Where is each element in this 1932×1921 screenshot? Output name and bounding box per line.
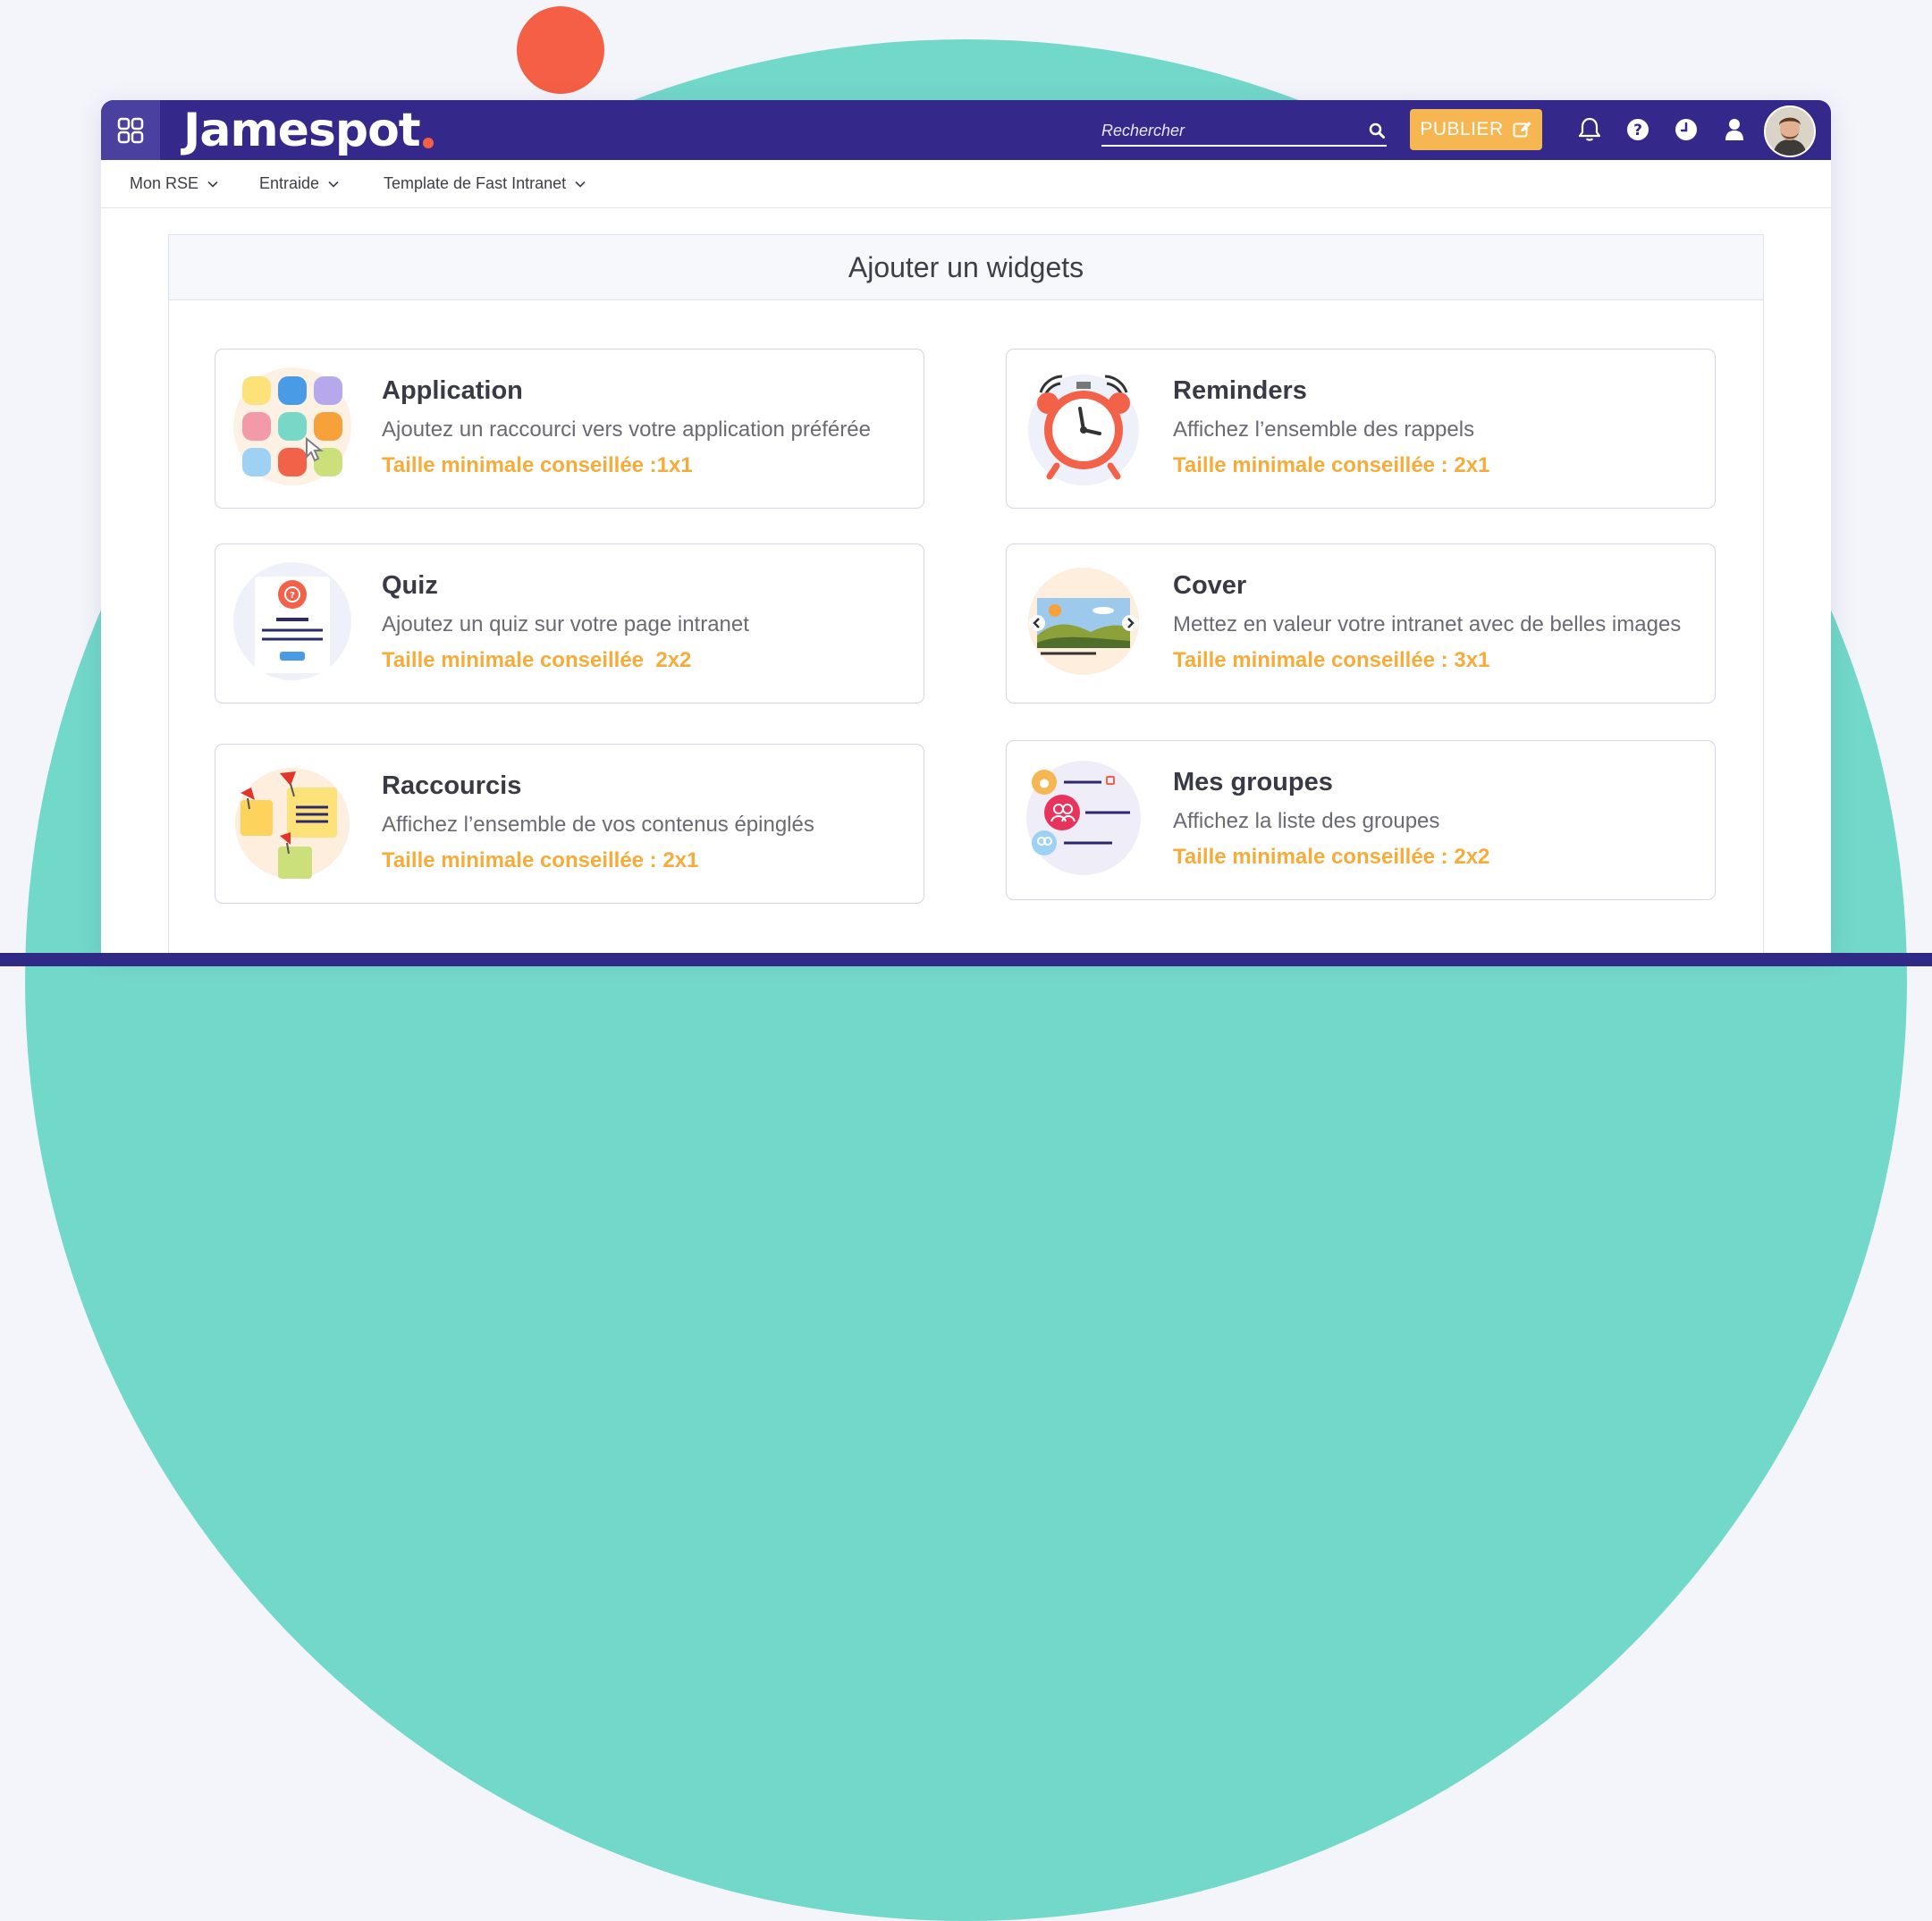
chevron-down-icon <box>575 181 586 188</box>
apps-icon <box>233 367 351 485</box>
widget-size: Taille minimale conseillée : 2x1 <box>382 848 699 872</box>
edit-icon <box>1513 122 1531 138</box>
chevron-down-icon <box>207 181 218 188</box>
logo-text: Jamespot <box>183 104 421 157</box>
widget-card-quiz[interactable]: ? Quiz Ajoutez un quiz sur votre page in… <box>215 543 924 704</box>
widget-size: Taille minimale conseillée 2x2 <box>382 648 692 672</box>
help-button[interactable]: ? <box>1624 116 1651 143</box>
sub-navigation: Mon RSE Entraide Template de Fast Intran… <box>101 160 1831 208</box>
nav-item-mon-rse[interactable]: Mon RSE <box>130 174 218 193</box>
search-bar <box>1101 116 1387 147</box>
avatar[interactable] <box>1764 105 1816 157</box>
widget-title: Application <box>382 376 523 405</box>
widget-card-cover[interactable]: Cover Mettez en valeur votre intranet av… <box>1006 543 1716 704</box>
groups-icon: ● <box>1026 761 1141 875</box>
widget-title: Mes groupes <box>1173 768 1333 796</box>
apps-grid-icon <box>117 117 144 143</box>
widget-card-application[interactable]: Application Ajoutez un raccourci vers vo… <box>215 349 924 509</box>
alarm-clock-icon <box>1028 375 1139 485</box>
svg-text:?: ? <box>290 591 295 601</box>
logo-dot <box>422 138 434 148</box>
apps-grid-button[interactable] <box>101 100 160 160</box>
notifications-button[interactable] <box>1576 116 1603 143</box>
svg-text:●: ● <box>1039 777 1049 790</box>
app-window: Jamespot PUBLIER <box>101 100 1831 953</box>
background-dot <box>517 6 604 94</box>
top-bar: Jamespot PUBLIER <box>101 100 1831 160</box>
widget-title: Quiz <box>382 571 438 600</box>
widget-title: Raccourcis <box>382 771 522 800</box>
add-widget-panel: Ajouter un widgets Application Ajoutez u… <box>168 234 1764 953</box>
help-icon: ? <box>1627 119 1649 140</box>
jamespot-logo[interactable]: Jamespot <box>183 104 434 157</box>
widget-description: Ajoutez un raccourci vers votre applicat… <box>382 417 871 442</box>
image-slider-icon <box>1028 568 1139 675</box>
widget-size: Taille minimale conseillée :1x1 <box>382 453 693 477</box>
publish-label: PUBLIER <box>1420 119 1504 139</box>
widget-card-raccourcis[interactable]: Raccourcis Affichez l’ensemble de vos co… <box>215 744 924 904</box>
widget-description: Affichez la liste des groupes <box>1173 809 1440 833</box>
publish-button[interactable]: PUBLIER <box>1410 109 1542 150</box>
bottom-bar <box>0 953 1932 966</box>
widget-title: Cover <box>1173 571 1247 600</box>
panel-title: Ajouter un widgets <box>169 235 1763 300</box>
nav-item-template[interactable]: Template de Fast Intranet <box>384 174 586 193</box>
profile-button[interactable] <box>1721 116 1748 143</box>
pinned-notes-icon <box>235 768 350 879</box>
bell-icon <box>1578 117 1601 141</box>
clock-icon <box>1675 119 1697 140</box>
widget-description: Affichez l’ensemble des rappels <box>1173 417 1475 442</box>
widget-description: Affichez l’ensemble de vos contenus épin… <box>382 813 814 837</box>
history-button[interactable] <box>1673 116 1700 143</box>
nav-item-entraide[interactable]: Entraide <box>259 174 339 193</box>
user-icon <box>1725 119 1743 140</box>
widget-description: Mettez en valeur votre intranet avec de … <box>1173 612 1682 636</box>
widget-card-reminders[interactable]: Reminders Affichez l’ensemble des rappel… <box>1006 349 1716 509</box>
widget-title: Reminders <box>1173 376 1307 405</box>
chevron-down-icon <box>328 181 339 188</box>
widget-card-mes-groupes[interactable]: ● Mes groupes Affichez la liste des grou… <box>1006 740 1716 900</box>
widget-size: Taille minimale conseillée : 3x1 <box>1173 648 1490 672</box>
widget-description: Ajoutez un quiz sur votre page intranet <box>382 612 749 636</box>
quiz-icon: ? <box>233 562 351 680</box>
widget-size: Taille minimale conseillée : 2x1 <box>1173 453 1490 477</box>
nav-item-label: Mon RSE <box>130 174 199 192</box>
search-icon[interactable] <box>1367 121 1387 140</box>
search-input[interactable] <box>1101 121 1367 140</box>
widget-size: Taille minimale conseillée : 2x2 <box>1173 845 1490 869</box>
svg-text:?: ? <box>1633 122 1642 139</box>
nav-item-label: Entraide <box>259 174 320 192</box>
nav-item-label: Template de Fast Intranet <box>384 174 567 192</box>
